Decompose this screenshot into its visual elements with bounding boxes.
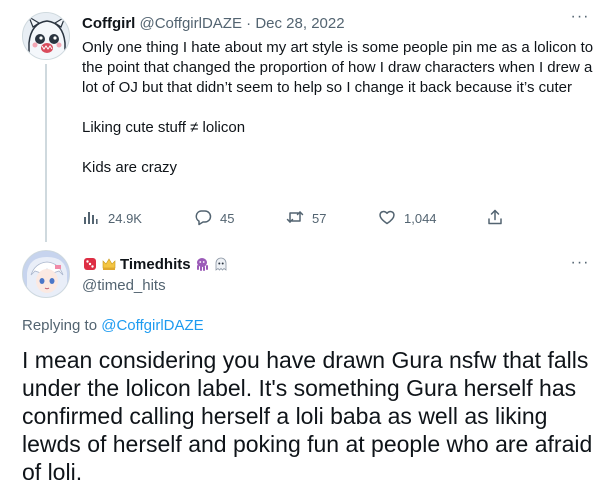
replying-to: Replying to @CoffgirlDAZE [22,316,204,336]
retweet-button[interactable]: 57 [286,207,326,229]
reply-author-name[interactable]: Timedhits [120,256,191,273]
dice-icon [82,256,98,272]
reply-count: 45 [220,210,235,226]
reply-body: I mean considering you have drawn Gura n… [22,347,593,485]
replying-to-mention[interactable]: @CoffgirlDAZE [101,317,203,334]
crown-icon [101,256,117,272]
reply-author[interactable]: Timedhits [82,254,229,274]
parent-tweet[interactable]: Coffgirl @CoffgirlDAZE · Dec 28, 2022 ··… [0,0,607,244]
retweet-icon [286,208,304,229]
reply-icon [194,208,212,229]
coffgirl-avatar[interactable] [22,12,70,60]
tweet-paragraph: Kids are crazy [82,159,178,176]
views-count: 24.9K [108,210,142,226]
separator: · [241,15,256,32]
tweet-body: Only one thing I hate about my art style… [82,38,594,178]
more-options-icon[interactable]: ··· [569,9,591,30]
ghost-icon [213,256,229,272]
share-icon [486,208,504,229]
tweet-date[interactable]: Dec 28, 2022 [255,15,344,32]
author-name[interactable]: Coffgirl [82,15,135,32]
tweet-actions: 24.9K 45 57 1,044 [82,207,522,229]
share-button[interactable] [486,207,504,229]
octopus-icon [194,256,210,272]
replying-prefix: Replying to [22,317,102,334]
reply-button[interactable]: 45 [194,207,234,229]
retweet-count: 57 [312,210,327,226]
like-count: 1,044 [404,210,437,226]
tweet-paragraph: Liking cute stuff ≠ lolicon [82,119,246,136]
timedhits-avatar[interactable] [22,250,70,298]
author-handle[interactable]: @CoffgirlDAZE [140,15,242,32]
reply-author-handle[interactable]: @timed_hits [82,276,166,296]
thread-line [45,64,47,242]
like-icon [378,208,396,229]
analytics-icon [82,208,100,229]
tweet-header: Coffgirl @CoffgirlDAZE · Dec 28, 2022 [82,14,345,34]
views-button[interactable]: 24.9K [82,207,142,229]
reply-more-options-icon[interactable]: ··· [569,255,591,276]
tweet-paragraph: Only one thing I hate about my art style… [82,39,594,96]
like-button[interactable]: 1,044 [378,207,437,229]
